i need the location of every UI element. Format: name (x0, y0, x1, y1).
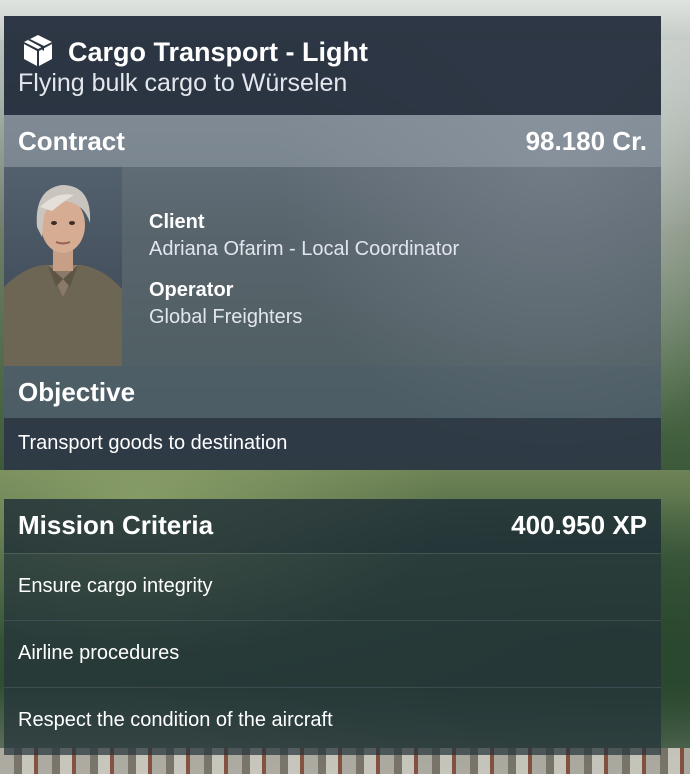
criteria-item-label: Airline procedures (18, 642, 180, 664)
criteria-item: Respect the condition of the aircraft (4, 687, 661, 755)
client-portrait (4, 167, 122, 366)
client-label: Client (149, 211, 205, 233)
criteria-xp: 400.950 XP (511, 510, 647, 540)
criteria-item: Airline procedures (4, 620, 661, 688)
mission-title-row: Cargo Transport - Light (20, 32, 368, 73)
criteria-item-label: Respect the condition of the aircraft (18, 709, 333, 731)
contract-heading: Contract (18, 126, 125, 156)
criteria-item-label: Ensure cargo integrity (18, 575, 213, 597)
contract-header: Contract 98.180 Cr. (4, 115, 661, 167)
contract-reward: 98.180 Cr. (525, 126, 647, 156)
objective-item: Transport goods to destination (4, 418, 661, 470)
objective-heading: Objective (18, 377, 136, 407)
criteria-header: Mission Criteria 400.950 XP (4, 499, 661, 553)
contract-info: Client Adriana Ofarim - Local Coordinato… (149, 211, 459, 347)
client-value: Adriana Ofarim - Local Coordinator (149, 238, 460, 260)
criteria-item: Ensure cargo integrity (4, 553, 661, 621)
mission-header: Cargo Transport - Light Flying bulk carg… (4, 16, 661, 115)
contract-details: Client Adriana Ofarim - Local Coordinato… (4, 167, 661, 366)
objective-text: Transport goods to destination (18, 432, 288, 454)
operator-label: Operator (149, 279, 234, 301)
mission-subtitle: Flying bulk cargo to Würselen (18, 69, 348, 97)
cargo-box-icon (20, 32, 56, 73)
criteria-heading: Mission Criteria (18, 510, 214, 540)
operator-value: Global Freighters (149, 306, 303, 328)
mission-title: Cargo Transport - Light (68, 37, 368, 67)
objective-header: Objective (4, 366, 661, 418)
